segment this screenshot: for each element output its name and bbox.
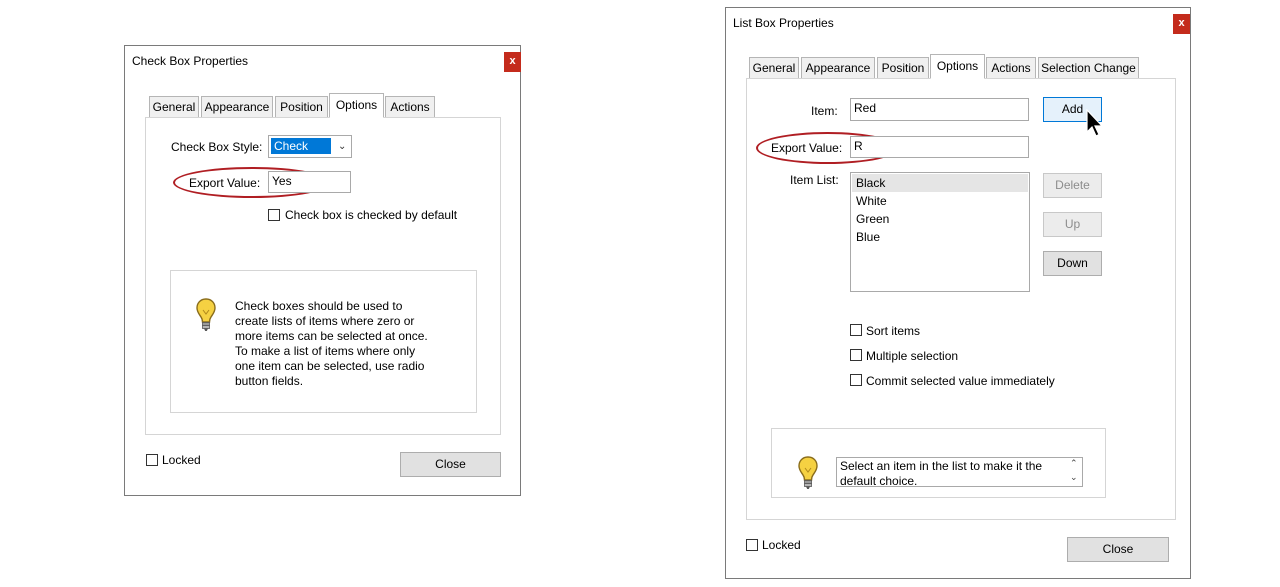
locked-checkbox[interactable]: [746, 539, 758, 551]
tab-actions[interactable]: Actions: [986, 57, 1036, 79]
scroll-down-icon[interactable]: ⌄: [1070, 472, 1078, 483]
tab-appearance[interactable]: Appearance: [801, 57, 875, 79]
mouse-pointer-icon: [1086, 109, 1104, 137]
lightbulb-icon: [196, 298, 216, 331]
sort-items-label: Sort items: [866, 324, 921, 338]
tab-general[interactable]: General: [749, 57, 799, 79]
multiple-selection-checkbox[interactable]: [850, 349, 862, 361]
tab-position[interactable]: Position: [877, 57, 929, 79]
check-box-style-label: Check Box Style:: [171, 140, 263, 154]
tab-appearance[interactable]: Appearance: [201, 96, 273, 118]
tab-options[interactable]: Options: [930, 54, 985, 79]
tab-general[interactable]: General: [149, 96, 199, 118]
checked-by-default-checkbox[interactable]: [268, 209, 280, 221]
checked-by-default-label: Check box is checked by default: [285, 208, 458, 222]
list-item-black[interactable]: Black: [852, 174, 1028, 192]
scroll-up-icon[interactable]: ⌃: [1070, 458, 1078, 469]
item-list-label: Item List:: [790, 173, 839, 187]
delete-button[interactable]: Delete: [1043, 173, 1102, 198]
sort-items-checkbox[interactable]: [850, 324, 862, 336]
close-icon[interactable]: x: [1173, 14, 1190, 34]
tab-selection-change[interactable]: Selection Change: [1038, 57, 1139, 79]
locked-label: Locked: [762, 538, 801, 552]
locked-label: Locked: [162, 453, 201, 467]
export-value-field[interactable]: Yes: [268, 171, 351, 193]
down-button[interactable]: Down: [1043, 251, 1102, 276]
check-box-style-value: Check: [271, 138, 331, 154]
list-item-blue[interactable]: Blue: [852, 228, 1028, 246]
item-label: Item:: [811, 104, 838, 118]
chevron-down-icon[interactable]: ⌄: [338, 141, 346, 152]
list-item-green[interactable]: Green: [852, 210, 1028, 228]
commit-immediately-checkbox[interactable]: [850, 374, 862, 386]
export-value-field[interactable]: R: [850, 136, 1029, 158]
locked-checkbox[interactable]: [146, 454, 158, 466]
tab-position[interactable]: Position: [275, 96, 328, 118]
export-value-label: Export Value:: [771, 141, 843, 155]
list-item-white[interactable]: White: [852, 192, 1028, 210]
close-button[interactable]: Close: [1067, 537, 1169, 562]
tab-options[interactable]: Options: [329, 93, 384, 118]
close-button[interactable]: Close: [400, 452, 501, 477]
dialog-title: List Box Properties: [733, 16, 834, 30]
help-text: Check boxes should be used to create lis…: [235, 299, 428, 388]
commit-immediately-label: Commit selected value immediately: [866, 374, 1055, 388]
multiple-selection-label: Multiple selection: [866, 349, 959, 363]
item-list[interactable]: Black White Green Blue: [850, 172, 1030, 292]
close-icon[interactable]: x: [504, 52, 521, 72]
lightbulb-icon: [798, 456, 818, 489]
checkbox-properties-dialog: Check Box Properties x General Appearanc…: [124, 45, 521, 496]
tab-actions[interactable]: Actions: [385, 96, 435, 118]
item-field[interactable]: Red: [850, 98, 1029, 121]
export-value-label: Export Value:: [189, 176, 261, 190]
up-button[interactable]: Up: [1043, 212, 1102, 237]
help-text-area[interactable]: Select an item in the list to make it th…: [836, 457, 1083, 487]
listbox-properties-dialog: List Box Properties x General Appearance…: [725, 7, 1191, 579]
help-text: Select an item in the list to make it th…: [840, 459, 1043, 487]
dialog-title: Check Box Properties: [132, 54, 249, 68]
